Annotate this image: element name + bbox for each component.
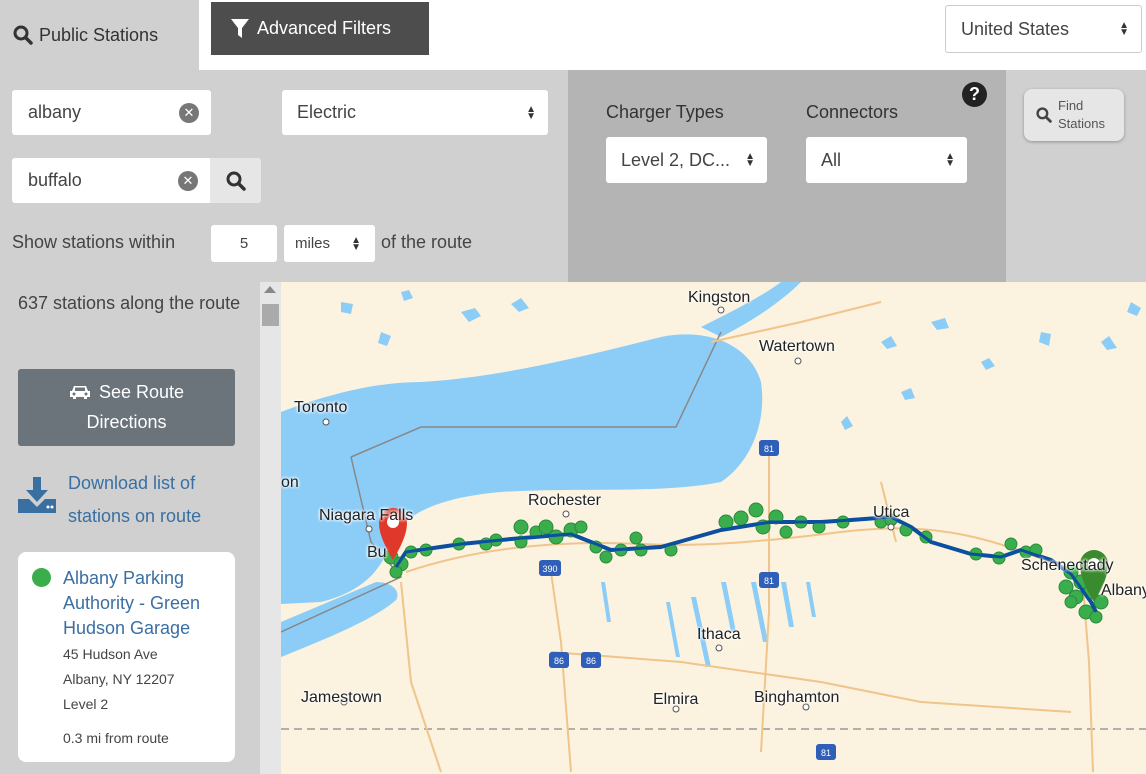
scroll-up-arrow-icon[interactable] [264,286,276,293]
route-btn-line1: See Route [98,382,185,402]
results-sidebar: 637 stations along the route See Route Di… [0,282,260,774]
from-input[interactable]: albany ✕ [12,90,211,135]
country-value: United States [961,18,1070,39]
highway-81-label: 81 [764,576,774,586]
select-arrows-icon: ▲ ▼ [1119,20,1129,38]
find-stations-label: Find Stations [1058,97,1105,133]
find-line2: Stations [1058,116,1105,131]
station-name-link[interactable]: Albany Parking Authority - Green Hudson … [63,566,228,641]
download-line2: stations on route [68,506,202,526]
distance-input-value: 5 [239,235,249,252]
city-label: Ithaca [697,626,741,643]
select-arrows-icon: ▲ ▼ [526,103,536,122]
fuel-select[interactable]: Electric ▲ ▼ [282,90,548,135]
tab-advanced-label: Advanced Filters [257,18,392,38]
download-icon [18,477,56,513]
station-level: Level 2 [63,696,109,712]
to-input-value: buffalo [28,170,82,190]
city-label: Albany [1101,582,1146,599]
city-label: Watertown [759,338,835,355]
distance-input[interactable]: 5 [211,225,277,262]
connectors-value: All [821,149,842,170]
tab-public-label: Public Stations [39,24,159,45]
city-label: Jamestown [301,689,382,706]
help-icon[interactable]: ? [962,82,987,107]
connectors-label: Connectors [806,102,899,122]
clear-from-icon[interactable]: ✕ [179,102,199,123]
top-bar: Public Stations Advanced Filters United … [0,0,1146,70]
search-panel: albany ✕ Electric ▲ ▼ buffalo ✕ Show stat… [0,70,568,282]
map-canvas[interactable]: 81 390 81 86 86 81 [281,282,1146,774]
select-arrows-icon: ▲ ▼ [745,151,755,169]
city-label: Binghamton [754,689,840,706]
from-input-value: albany [28,102,82,122]
clear-to-icon[interactable]: ✕ [178,170,198,191]
of-route-label: of the route [381,232,473,252]
to-input[interactable]: buffalo ✕ [12,158,210,203]
tab-public-stations[interactable]: Public Stations [0,0,199,70]
station-distance: 0.3 mi from route [63,730,169,746]
tab-advanced-filters[interactable]: Advanced Filters [211,2,429,55]
find-stations-button[interactable]: Find Stations [1024,89,1124,141]
search-icon [13,25,33,45]
select-arrows-icon: ▲ ▼ [351,234,361,253]
units-select[interactable]: miles ▲ ▼ [284,225,375,262]
route-line [394,515,1098,613]
filter-icon [231,18,249,38]
select-arrows-icon: ▲ ▼ [945,151,955,169]
search-icon [1036,107,1052,123]
city-label: Kingston [688,289,751,306]
city-label: Utica [873,504,910,521]
city-label: Rochester [528,492,601,509]
city-label: Elmira [653,691,699,708]
country-select[interactable]: United States ▲ ▼ [945,5,1142,53]
charger-types-value: Level 2, DC... [621,149,731,170]
city-label: Toronto [294,399,348,416]
highway-81-label: 81 [821,748,831,758]
units-select-value: miles [295,235,331,252]
station-count: 637 stations along the route [18,293,241,313]
scrollbar-thumb[interactable] [262,304,279,326]
download-line1: Download list of [68,473,196,493]
within-label: Show stations within [12,232,176,252]
car-icon [69,386,90,399]
fuel-select-value: Electric [297,102,357,122]
route-map[interactable]: 81 390 81 86 86 81 Kingston Watertown To… [281,282,1146,774]
charger-types-select[interactable]: Level 2, DC... ▲ ▼ [606,137,767,183]
city-label: Schenectady [1021,557,1114,574]
station-address-line1: 45 Hudson Ave [63,646,158,662]
city-label: Bu [367,544,387,561]
city-label: Niagara Falls [319,507,414,524]
city-label: on [281,474,299,491]
highway-81-label: 81 [764,444,774,454]
highway-86-label: 86 [586,656,596,666]
station-address-line2: Albany, NY 12207 [63,671,175,687]
search-icon [226,171,246,191]
station-card[interactable]: Albany Parking Authority - Green Hudson … [18,552,235,762]
highway-86-label: 86 [554,656,564,666]
highway-390-label: 390 [542,564,557,574]
find-line1: Find [1058,98,1084,113]
station-status-dot [32,568,51,587]
connectors-select[interactable]: All ▲ ▼ [806,137,967,183]
route-btn-line2: Directions [86,412,167,432]
charger-types-label: Charger Types [606,102,724,122]
see-route-directions-button[interactable]: See Route Directions [18,369,235,446]
sidebar-scrollbar[interactable] [260,282,281,774]
download-link[interactable]: Download list of stations on route [18,467,243,537]
route-search-button[interactable] [210,158,261,203]
